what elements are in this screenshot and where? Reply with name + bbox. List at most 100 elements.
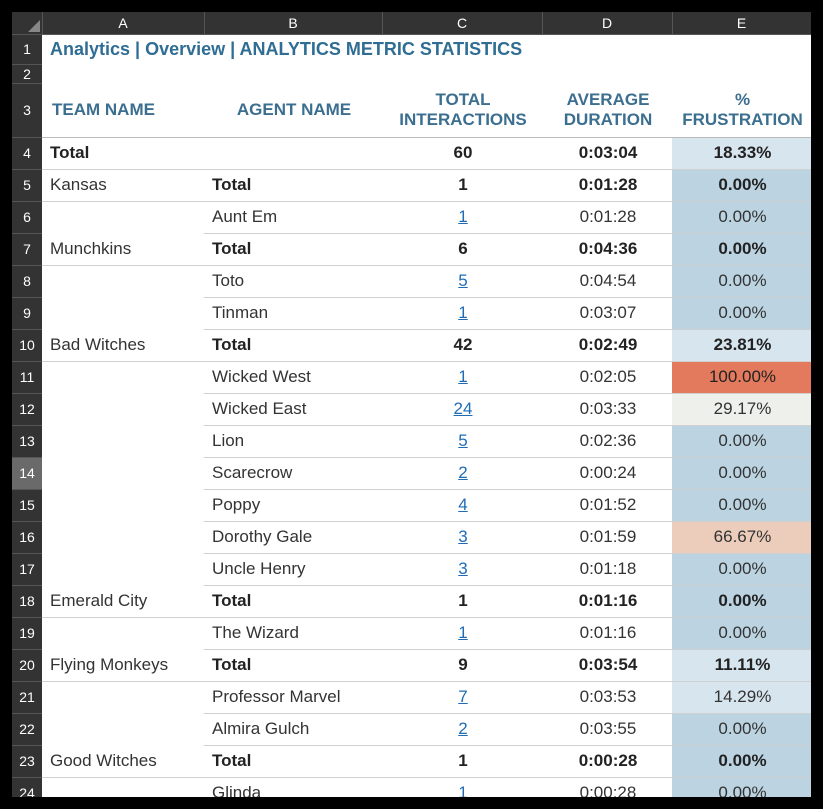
team-cell[interactable] — [42, 393, 204, 425]
agent-cell[interactable]: Total — [204, 329, 382, 361]
duration-cell[interactable]: 0:04:36 — [542, 233, 672, 265]
team-cell[interactable] — [42, 265, 204, 297]
frustration-cell[interactable]: 0.00% — [672, 553, 811, 585]
frustration-cell[interactable]: 0.00% — [672, 617, 811, 649]
frustration-cell[interactable]: 100.00% — [672, 361, 811, 393]
team-cell[interactable] — [42, 361, 204, 393]
duration-cell[interactable]: 0:01:59 — [542, 521, 672, 553]
frustration-cell[interactable]: 23.81% — [672, 329, 811, 361]
agent-cell[interactable]: Total — [204, 745, 382, 777]
interactions-link[interactable]: 7 — [458, 687, 467, 706]
agent-cell[interactable]: Total — [204, 585, 382, 617]
column-header-C[interactable]: C — [382, 12, 542, 34]
team-cell[interactable]: Munchkins — [42, 233, 204, 265]
row-header-2[interactable]: 2 — [12, 64, 42, 83]
team-cell[interactable] — [42, 777, 204, 797]
agent-cell[interactable]: Lion — [204, 425, 382, 457]
team-cell[interactable] — [42, 617, 204, 649]
team-cell[interactable]: Good Witches — [42, 745, 204, 777]
interactions-cell[interactable]: 2 — [382, 457, 542, 489]
row-header-21[interactable]: 21 — [12, 681, 42, 713]
duration-cell[interactable]: 0:01:16 — [542, 617, 672, 649]
frustration-cell[interactable]: 0.00% — [672, 169, 811, 201]
row-header-16[interactable]: 16 — [12, 521, 42, 553]
team-cell[interactable] — [42, 201, 204, 233]
interactions-cell[interactable]: 24 — [382, 393, 542, 425]
team-cell[interactable] — [42, 713, 204, 745]
agent-cell[interactable]: Wicked West — [204, 361, 382, 393]
team-cell[interactable] — [42, 489, 204, 521]
row-header-4[interactable]: 4 — [12, 137, 42, 169]
interactions-link[interactable]: 1 — [458, 303, 467, 322]
frustration-cell[interactable]: 11.11% — [672, 649, 811, 681]
column-header-A[interactable]: A — [42, 12, 204, 34]
duration-cell[interactable]: 0:03:54 — [542, 649, 672, 681]
frustration-cell[interactable]: 0.00% — [672, 713, 811, 745]
duration-cell[interactable]: 0:03:07 — [542, 297, 672, 329]
frustration-cell[interactable]: 14.29% — [672, 681, 811, 713]
interactions-cell[interactable]: 2 — [382, 713, 542, 745]
team-cell[interactable] — [42, 681, 204, 713]
interactions-cell[interactable]: 1 — [382, 201, 542, 233]
interactions-link[interactable]: 24 — [454, 399, 473, 418]
column-header-E[interactable]: E — [672, 12, 811, 34]
team-cell[interactable] — [42, 297, 204, 329]
agent-cell[interactable]: Aunt Em — [204, 201, 382, 233]
select-all-corner[interactable] — [12, 12, 42, 34]
row-header-9[interactable]: 9 — [12, 297, 42, 329]
interactions-link[interactable]: 5 — [458, 271, 467, 290]
interactions-link[interactable]: 5 — [458, 431, 467, 450]
row-header-1[interactable]: 1 — [12, 34, 42, 64]
interactions-cell[interactable]: 3 — [382, 553, 542, 585]
interactions-cell[interactable]: 1 — [382, 361, 542, 393]
frustration-cell[interactable]: 0.00% — [672, 201, 811, 233]
agent-cell[interactable]: Professor Marvel — [204, 681, 382, 713]
row-header-18[interactable]: 18 — [12, 585, 42, 617]
row-header-23[interactable]: 23 — [12, 745, 42, 777]
interactions-cell[interactable]: 7 — [382, 681, 542, 713]
interactions-cell[interactable]: 42 — [382, 329, 542, 361]
row-header-10[interactable]: 10 — [12, 329, 42, 361]
row-header-15[interactable]: 15 — [12, 489, 42, 521]
row-header-3[interactable]: 3 — [12, 83, 42, 137]
interactions-link[interactable]: 3 — [458, 527, 467, 546]
interactions-cell[interactable]: 1 — [382, 777, 542, 797]
agent-cell[interactable]: Tinman — [204, 297, 382, 329]
row-header-22[interactable]: 22 — [12, 713, 42, 745]
interactions-cell[interactable]: 9 — [382, 649, 542, 681]
row-header-11[interactable]: 11 — [12, 361, 42, 393]
interactions-cell[interactable]: 1 — [382, 617, 542, 649]
duration-cell[interactable]: 0:03:55 — [542, 713, 672, 745]
duration-cell[interactable]: 0:01:28 — [542, 201, 672, 233]
frustration-cell[interactable]: 0.00% — [672, 585, 811, 617]
duration-cell[interactable]: 0:00:28 — [542, 745, 672, 777]
interactions-link[interactable]: 3 — [458, 559, 467, 578]
duration-cell[interactable]: 0:02:49 — [542, 329, 672, 361]
frustration-cell[interactable]: 66.67% — [672, 521, 811, 553]
team-cell[interactable] — [42, 553, 204, 585]
duration-cell[interactable]: 0:03:04 — [542, 137, 672, 169]
frustration-cell[interactable]: 0.00% — [672, 425, 811, 457]
row-header-12[interactable]: 12 — [12, 393, 42, 425]
agent-cell[interactable]: Dorothy Gale — [204, 521, 382, 553]
interactions-cell[interactable]: 1 — [382, 745, 542, 777]
interactions-cell[interactable]: 6 — [382, 233, 542, 265]
frustration-cell[interactable]: 0.00% — [672, 265, 811, 297]
frustration-cell[interactable]: 0.00% — [672, 777, 811, 797]
interactions-link[interactable]: 1 — [458, 367, 467, 386]
interactions-cell[interactable]: 60 — [382, 137, 542, 169]
interactions-cell[interactable]: 3 — [382, 521, 542, 553]
agent-cell[interactable]: Total — [204, 233, 382, 265]
team-cell[interactable]: Flying Monkeys — [42, 649, 204, 681]
duration-cell[interactable]: 0:04:54 — [542, 265, 672, 297]
frustration-cell[interactable]: 0.00% — [672, 457, 811, 489]
agent-cell[interactable]: Poppy — [204, 489, 382, 521]
row-header-8[interactable]: 8 — [12, 265, 42, 297]
duration-cell[interactable]: 0:01:16 — [542, 585, 672, 617]
duration-cell[interactable]: 0:01:28 — [542, 169, 672, 201]
agent-cell[interactable]: Almira Gulch — [204, 713, 382, 745]
duration-cell[interactable]: 0:02:36 — [542, 425, 672, 457]
frustration-cell[interactable]: 0.00% — [672, 297, 811, 329]
interactions-link[interactable]: 4 — [458, 495, 467, 514]
agent-cell[interactable] — [204, 137, 382, 169]
